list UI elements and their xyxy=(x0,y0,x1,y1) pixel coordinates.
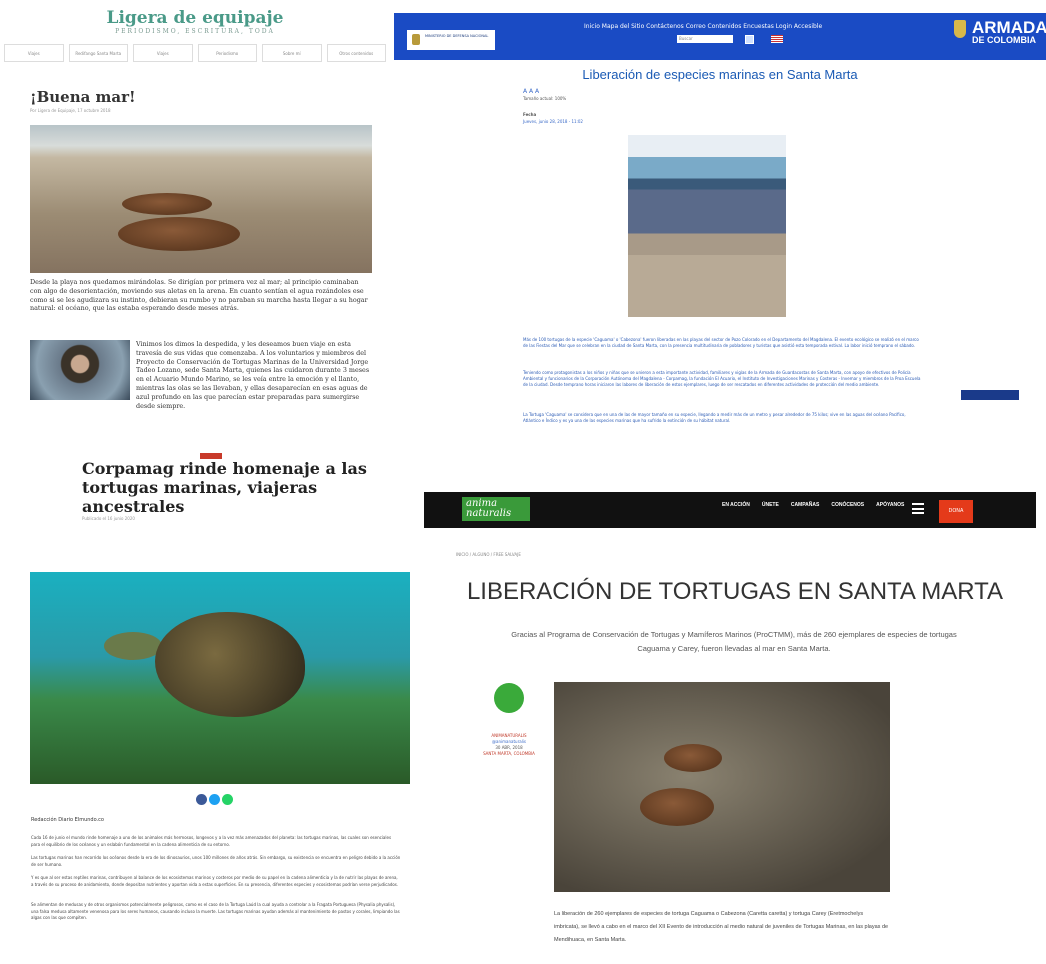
menu-icon[interactable] xyxy=(912,503,924,514)
article-subtitle: Gracias al Programa de Conservación de T… xyxy=(511,630,957,653)
article-paragraph: Se alimentan de medusas y de otros organ… xyxy=(31,902,400,920)
nav-item[interactable]: Viajes xyxy=(4,44,64,62)
coat-of-arms-icon xyxy=(412,34,420,45)
nav-item[interactable]: Viajes xyxy=(133,44,193,62)
nav-item[interactable]: Periodismo xyxy=(197,44,257,62)
blog-subtitle: PERIODISMO, ESCRITURA, TODA xyxy=(115,28,275,35)
facebook-icon[interactable] xyxy=(196,794,207,805)
navy-emblem xyxy=(961,383,1019,407)
photo-caption: La liberación de 260 ejemplares de espec… xyxy=(554,911,889,943)
article-paragraph: Y es que al ser estas reptiles marinas, … xyxy=(31,875,399,887)
brand-line: DE COLOMBIA xyxy=(972,35,1036,45)
armada-article: MINISTERIO DE DEFENSA NACIONAL Inicio Ma… xyxy=(394,0,1046,460)
author-avatar[interactable] xyxy=(494,683,524,713)
brand-line: ARMADA xyxy=(972,18,1046,37)
article-title: LIBERACIÓN DE TORTUGAS EN SANTA MARTA xyxy=(466,578,1004,605)
animanaturalis-article: anima naturalis EN ACCIÓN ÚNETE CAMPAÑAS… xyxy=(424,480,1046,964)
article-paragraph: Cada 16 de junio el mundo rinde homenaje… xyxy=(31,835,392,847)
main-nav: EN ACCIÓN ÚNETE CAMPAÑAS CONÓCENOS APÓYA… xyxy=(722,502,904,508)
donate-button[interactable]: DONA xyxy=(939,500,973,523)
release-crowd-photo xyxy=(628,135,786,317)
ministry-logo[interactable]: MINISTERIO DE DEFENSA NACIONAL xyxy=(407,30,495,50)
text-size-label: Tamaño actual: 100% xyxy=(523,96,567,101)
nav-item[interactable]: EN ACCIÓN xyxy=(722,502,750,508)
whatsapp-icon[interactable] xyxy=(222,794,233,805)
article-paragraph: Teniendo como protagonistas a los niños … xyxy=(523,370,921,387)
byline: Redacción Diario Elmundo.co xyxy=(31,817,104,823)
turtle-shape xyxy=(640,788,714,826)
article-paragraph: La Tortuga 'Caguama' se considera que en… xyxy=(523,412,906,423)
breadcrumb[interactable]: INICIO / ALGUNO / FREE SALVAJE xyxy=(456,552,521,557)
turtles-on-sand-photo xyxy=(554,682,890,892)
article-title: Corpamag rinde homenaje a las tortugas m… xyxy=(82,459,367,516)
blog-nav: Viajes Redifango Santa Marta Viajes Peri… xyxy=(4,44,386,62)
blog-title[interactable]: Ligera de equipaje xyxy=(0,8,390,28)
post-paragraph: Vinimos los dimos la despedida, y les de… xyxy=(136,340,370,410)
article-date: Publicado el 16 junio 2020 xyxy=(82,516,135,521)
search-input[interactable]: Buscar xyxy=(677,35,733,43)
post-date: Por Ligera de Equipaje, 17 octubre 2018 xyxy=(30,108,111,113)
armada-brand[interactable]: ARMADA DE COLOMBIA xyxy=(972,19,1046,45)
animanaturalis-logo[interactable]: anima naturalis xyxy=(462,497,530,521)
author-info: ANIMANATURALIS @animanaturalis 30 ABR, 2… xyxy=(474,733,544,757)
turtle-shell-shape xyxy=(155,612,305,717)
nav-item[interactable]: Otros contenidos xyxy=(326,44,386,62)
sea-turtle-photo xyxy=(30,572,410,784)
armada-shield-icon xyxy=(954,20,966,38)
nav-item[interactable]: APÓYANOS xyxy=(876,502,904,508)
nav-item[interactable]: Sobre mí xyxy=(262,44,322,62)
top-nav[interactable]: Inicio Mapa del Sitio Contáctenos Correo… xyxy=(584,23,822,30)
english-flag-icon[interactable] xyxy=(771,35,783,43)
date-label: Fecha xyxy=(523,112,537,117)
nav-item[interactable]: CONÓCENOS xyxy=(831,502,864,508)
site-header: MINISTERIO DE DEFENSA NACIONAL Inicio Ma… xyxy=(394,13,1046,60)
nav-item[interactable]: ÚNETE xyxy=(762,502,779,508)
ministry-name: MINISTERIO DE DEFENSA NACIONAL xyxy=(425,34,489,38)
post-paragraph: Desde la playa nos quedamos mirándolas. … xyxy=(30,278,368,313)
beach-turtles-photo xyxy=(30,125,372,273)
article-paragraph: Más de 100 tortugas de la especie 'Cagua… xyxy=(523,337,919,348)
turtle-shape xyxy=(118,217,240,251)
twitter-icon[interactable] xyxy=(209,794,220,805)
turtle-shape xyxy=(122,193,212,215)
corpamag-article: Corpamag rinde homenaje a las tortugas m… xyxy=(0,453,412,964)
volunteer-photo xyxy=(30,340,130,400)
post-place: SANTA MARTA, COLOMBIA xyxy=(483,751,535,756)
blog-ligera-de-equipaje: Ligera de equipaje PERIODISMO, ESCRITURA… xyxy=(0,0,390,460)
nav-item[interactable]: Redifango Santa Marta xyxy=(68,44,128,62)
share-buttons xyxy=(196,794,233,805)
text-size-icons[interactable]: A A A xyxy=(523,88,539,95)
turtle-head-shape xyxy=(104,632,162,660)
article-title: Liberación de especies marinas en Santa … xyxy=(582,67,858,82)
search-button[interactable] xyxy=(745,35,754,44)
date-value: Jueves, junio 28, 2018 - 11:02 xyxy=(523,119,583,124)
post-title: ¡Buena mar! xyxy=(30,88,136,106)
nav-item[interactable]: CAMPAÑAS xyxy=(791,502,820,508)
turtle-shape xyxy=(664,744,722,772)
article-paragraph: Las tortugas marinas han recorrido los o… xyxy=(31,855,401,867)
